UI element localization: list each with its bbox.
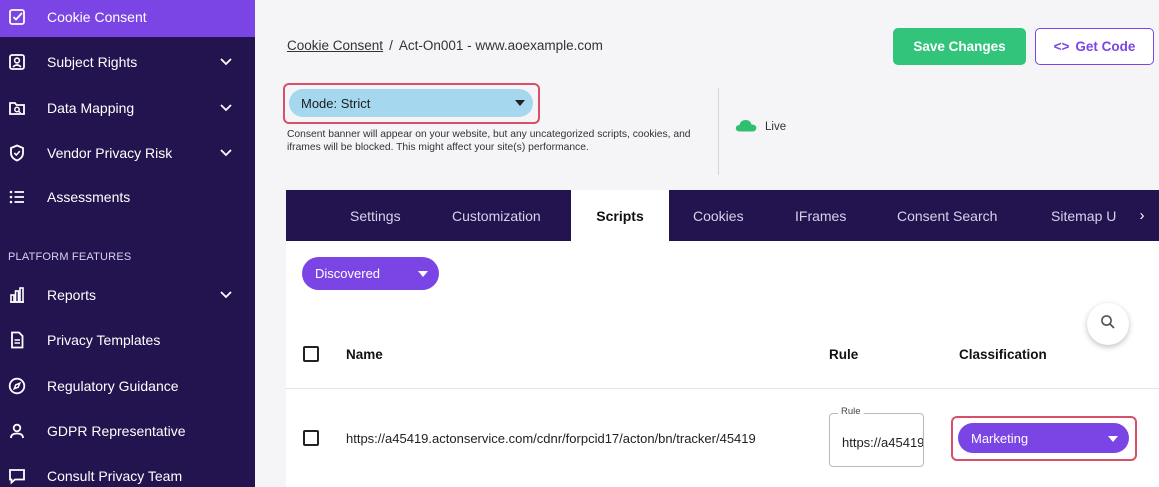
rule-input[interactable]: https://a45419.actonservice.com xyxy=(829,413,924,467)
sidebar-item-data-mapping[interactable]: Data Mapping xyxy=(0,88,255,128)
main-content: Cookie Consent / Act-On001 - www.aoexample… xyxy=(255,0,1159,487)
tab-cookies[interactable]: Cookies xyxy=(693,190,744,241)
filter-select-value: Discovered xyxy=(315,266,381,281)
person-pin-icon xyxy=(6,420,28,442)
search-button[interactable] xyxy=(1087,303,1129,345)
sidebar-item-assessments[interactable]: Assessments xyxy=(0,177,255,217)
sidebar-item-label: Regulatory Guidance xyxy=(47,378,179,394)
chevron-down-icon[interactable] xyxy=(219,146,233,160)
breadcrumb-link[interactable]: Cookie Consent xyxy=(287,38,383,53)
user-card-icon xyxy=(6,51,28,73)
caret-down-icon xyxy=(1108,436,1118,442)
column-header-name[interactable]: Name xyxy=(346,347,383,362)
sidebar-item-label: Reports xyxy=(47,287,97,303)
sidebar-section-label: PLATFORM FEATURES xyxy=(8,251,132,263)
bar-chart-icon xyxy=(6,284,28,306)
sidebar-item-gdpr-representative[interactable]: GDPR Representative xyxy=(0,411,255,451)
sidebar-item-label: Cookie Consent xyxy=(47,9,147,25)
breadcrumb: Cookie Consent / Act-On001 - www.aoexample… xyxy=(287,38,603,53)
sidebar-item-cookie-consent[interactable]: Cookie Consent xyxy=(0,0,255,37)
sidebar: Cookie Consent Subject Rights Data Mappi… xyxy=(0,0,255,487)
caret-down-icon xyxy=(418,271,428,277)
sidebar-item-reports[interactable]: Reports xyxy=(0,275,255,315)
breadcrumb-separator: / xyxy=(389,38,393,53)
chevron-right-icon[interactable]: › xyxy=(1125,190,1159,241)
tab-settings[interactable]: Settings xyxy=(350,190,401,241)
caret-down-icon xyxy=(515,100,525,106)
mode-description: Consent banner will appear on your websi… xyxy=(287,129,691,153)
get-code-button[interactable]: <> Get Code xyxy=(1035,28,1154,65)
compass-icon xyxy=(6,375,28,397)
rule-input-value: https://a45419.actonservice.com xyxy=(842,435,924,450)
row-divider xyxy=(286,388,1159,389)
check-square-icon xyxy=(6,6,28,28)
get-code-label: Get Code xyxy=(1075,39,1136,54)
sidebar-item-label: GDPR Representative xyxy=(47,423,186,439)
sidebar-item-label: Data Mapping xyxy=(47,100,135,116)
folder-search-icon xyxy=(6,97,28,119)
save-changes-button[interactable]: Save Changes xyxy=(893,28,1026,65)
tab-iframes[interactable]: IFrames xyxy=(795,190,846,241)
chevron-down-icon[interactable] xyxy=(219,101,233,115)
mode-select-value: Mode: Strict xyxy=(301,96,371,111)
tab-bar: Settings Customization Scripts Cookies I… xyxy=(286,190,1159,241)
sidebar-item-regulatory-guidance[interactable]: Regulatory Guidance xyxy=(0,366,255,406)
classification-highlight: Marketing xyxy=(951,416,1137,461)
mode-highlight: Mode: Strict xyxy=(283,83,540,124)
list-icon xyxy=(6,186,28,208)
chevron-down-icon[interactable] xyxy=(219,55,233,69)
chat-icon xyxy=(6,465,28,487)
column-header-rule[interactable]: Rule xyxy=(829,347,858,362)
classification-select-value: Marketing xyxy=(971,431,1029,446)
chevron-down-icon[interactable] xyxy=(219,288,233,302)
sidebar-item-vendor-privacy-risk[interactable]: Vendor Privacy Risk xyxy=(0,133,255,173)
live-status: Live xyxy=(735,119,786,135)
filter-select[interactable]: Discovered xyxy=(302,257,439,290)
sidebar-item-label: Privacy Templates xyxy=(47,332,161,348)
sidebar-item-label: Assessments xyxy=(47,189,131,205)
search-icon xyxy=(1100,314,1116,335)
select-all-checkbox[interactable] xyxy=(303,346,319,362)
classification-select[interactable]: Marketing xyxy=(958,423,1129,453)
live-status-label: Live xyxy=(765,121,787,133)
sidebar-item-label: Vendor Privacy Risk xyxy=(47,145,173,161)
shield-check-icon xyxy=(6,142,28,164)
column-header-classification[interactable]: Classification xyxy=(959,347,1047,362)
sidebar-item-subject-rights[interactable]: Subject Rights xyxy=(0,42,255,82)
tab-consent-search[interactable]: Consent Search xyxy=(897,190,997,241)
sidebar-item-label: Subject Rights xyxy=(47,54,138,70)
cloud-icon xyxy=(735,119,757,135)
tab-sitemap[interactable]: Sitemap U xyxy=(1051,190,1125,241)
rule-input-label: Rule xyxy=(838,406,864,417)
breadcrumb-current: Act-On001 - www.aoexample.com xyxy=(398,38,603,53)
tab-scripts[interactable]: Scripts xyxy=(571,190,669,241)
sidebar-item-consult-privacy-team[interactable]: Consult Privacy Team xyxy=(0,456,255,487)
code-icon: <> xyxy=(1053,39,1070,54)
sidebar-item-privacy-templates[interactable]: Privacy Templates xyxy=(0,320,255,360)
row-checkbox[interactable] xyxy=(303,430,319,446)
scripts-panel: Discovered Name Rule Classification http… xyxy=(286,241,1159,487)
script-url: https://a45419.actonservice.com/cdnr/for… xyxy=(346,431,756,446)
mode-select[interactable]: Mode: Strict xyxy=(289,89,533,117)
divider xyxy=(718,88,719,175)
tab-customization[interactable]: Customization xyxy=(452,190,541,241)
document-icon xyxy=(6,329,28,351)
sidebar-item-label: Consult Privacy Team xyxy=(47,468,183,484)
